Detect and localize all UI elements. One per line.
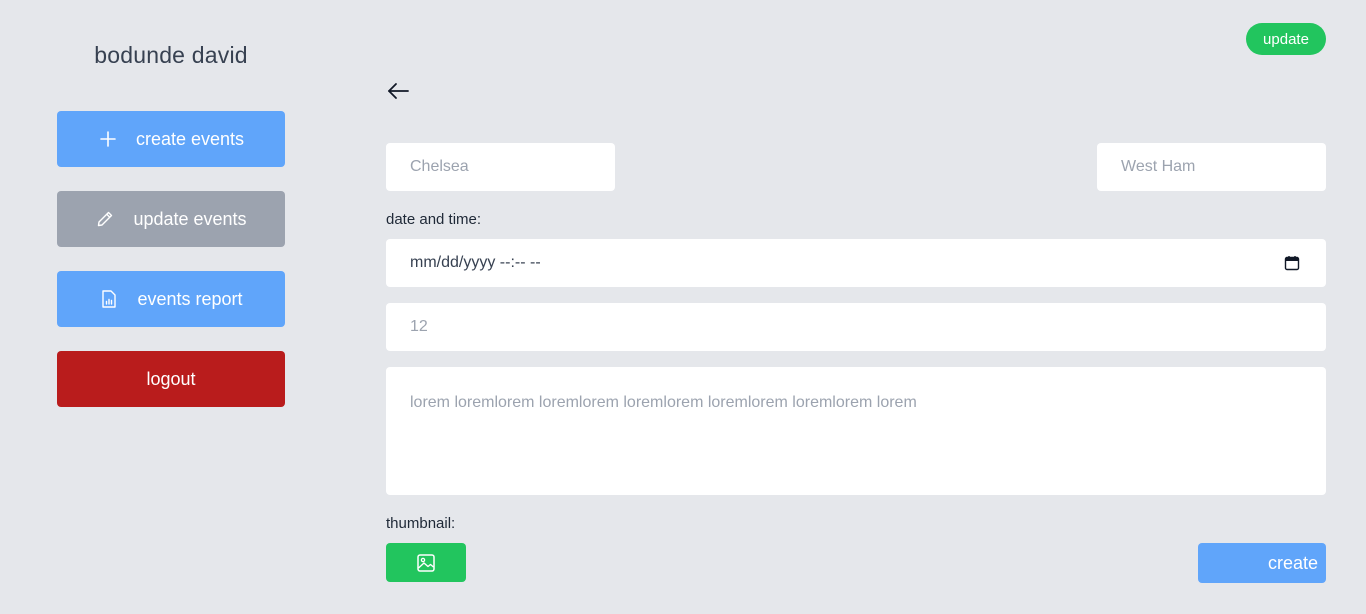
away-team-placeholder: West Ham [1121,158,1196,175]
events-report-label: events report [137,288,243,309]
description-textarea[interactable]: lorem loremlorem loremlorem loremlorem l… [386,367,1326,495]
create-button[interactable]: create [1198,543,1326,583]
plus-icon [98,129,118,149]
thumbnail-label: thumbnail: [386,515,456,532]
datetime-value: mm/dd/yyyy --:-- -- [410,254,541,271]
image-icon [416,553,436,573]
create-label: create [1267,552,1318,573]
calendar-icon[interactable] [1284,255,1300,271]
thumbnail-upload-button[interactable] [386,543,466,582]
update-events-button[interactable]: update events [57,191,285,247]
create-events-button[interactable]: create events [57,111,285,167]
description-placeholder: lorem loremlorem loremlorem loremlorem l… [410,394,917,411]
user-name: bodunde david [94,42,248,68]
logout-button[interactable]: logout [57,351,285,407]
datetime-input[interactable]: mm/dd/yyyy --:-- -- [386,239,1326,287]
pencil-icon [95,209,115,229]
events-report-button[interactable]: events report [57,271,285,327]
update-button[interactable]: update [1246,23,1326,55]
number-input[interactable]: 12 [386,303,1326,351]
report-icon [99,289,119,309]
datetime-label: date and time: [386,211,482,228]
logout-label: logout [146,368,196,389]
update-label: update [1263,30,1309,48]
create-events-label: create events [135,128,245,149]
home-team-input[interactable]: Chelsea [386,143,615,191]
away-team-input[interactable]: West Ham [1097,143,1326,191]
home-team-placeholder: Chelsea [410,158,469,175]
arrow-left-icon[interactable] [386,80,410,102]
number-placeholder: 12 [410,318,428,335]
update-events-label: update events [133,208,247,229]
